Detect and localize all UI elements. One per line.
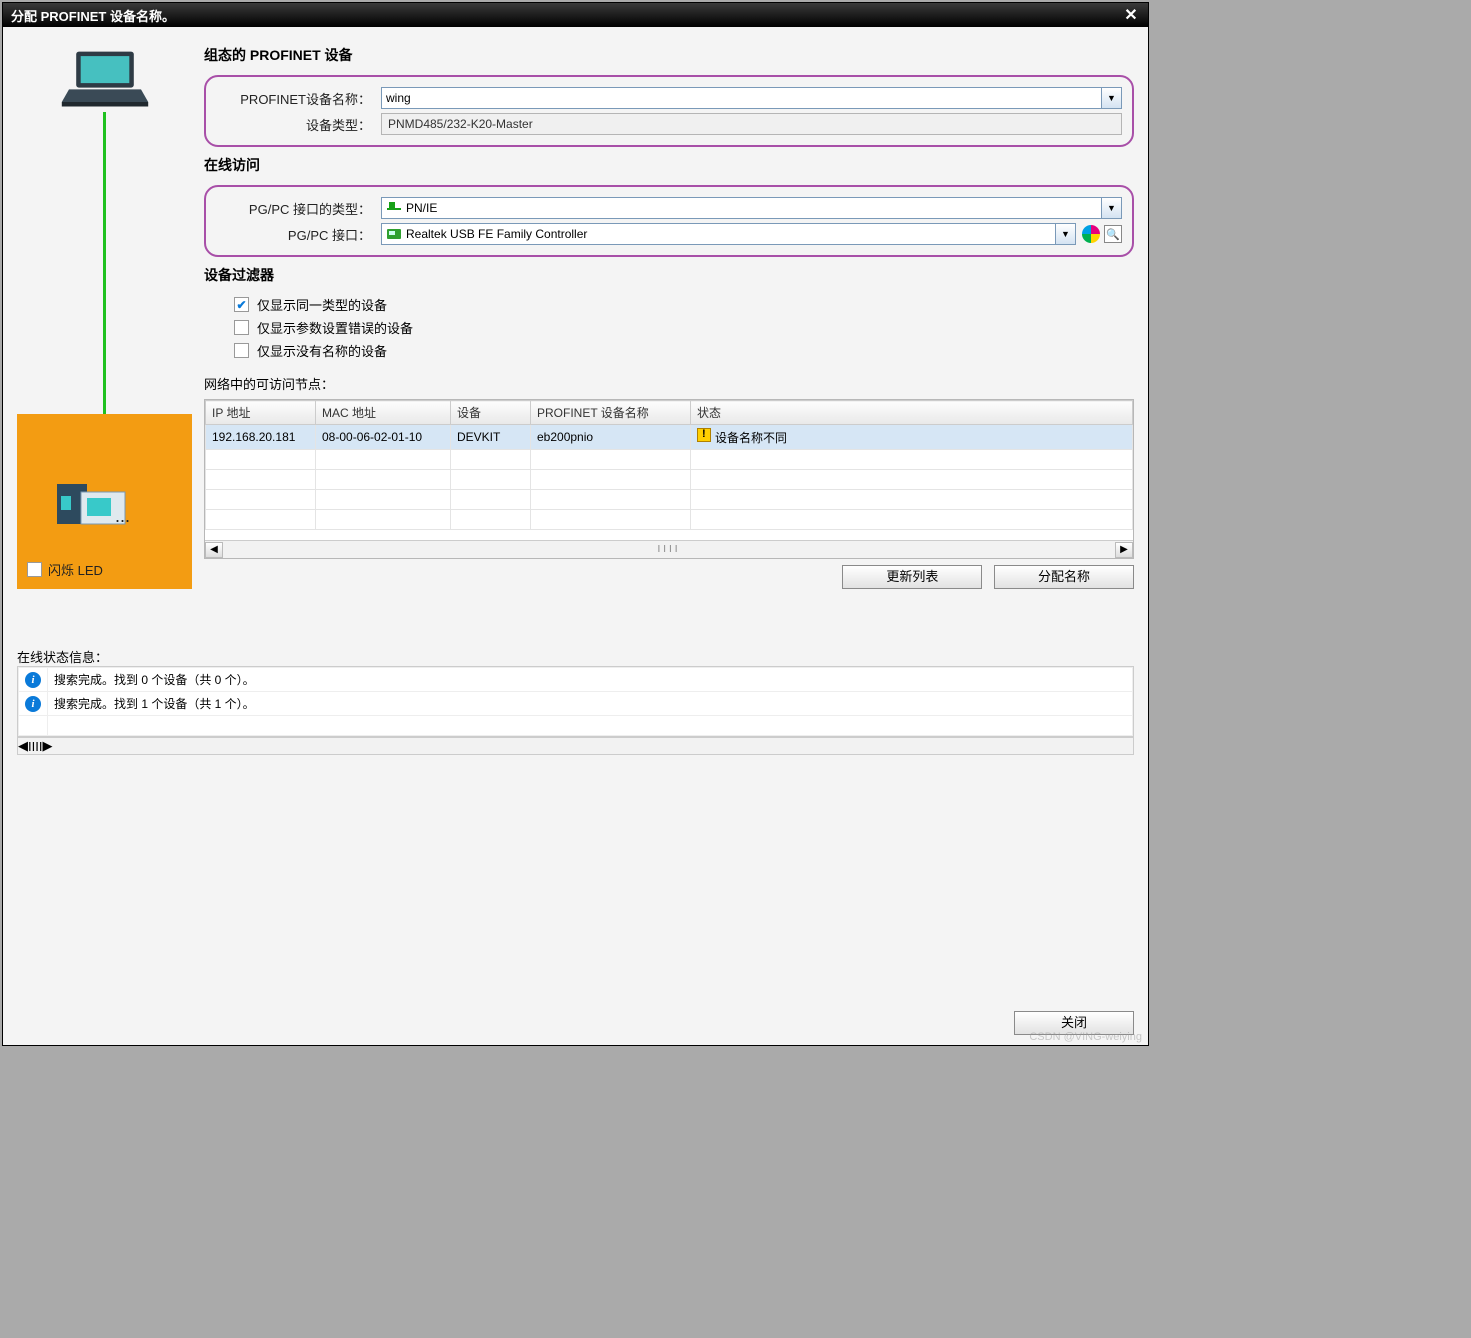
col-dev[interactable]: 设备 — [451, 401, 531, 425]
status-scrollbar[interactable]: ◀ IIII ▶ — [17, 737, 1134, 755]
pnie-icon — [386, 200, 402, 216]
device-diagram: ... 闪烁 LED — [17, 39, 192, 589]
assign-name-button[interactable]: 分配名称 — [994, 565, 1134, 589]
window-title: 分配 PROFINET 设备名称。 — [11, 6, 175, 25]
status-table: i 搜索完成。找到 0 个设备（共 0 个）。 i 搜索完成。找到 1 个设备（… — [17, 666, 1134, 737]
pn-name-combo[interactable]: wing ▼ — [381, 87, 1122, 109]
warning-icon — [697, 428, 711, 442]
col-status[interactable]: 状态 — [691, 401, 1133, 425]
scroll-right-icon[interactable]: ▶ — [42, 738, 52, 754]
status-row: i 搜索完成。找到 0 个设备（共 0 个）。 — [19, 668, 1133, 692]
highlight-box-2: PG/PC 接口的类型： PN/IE ▼ PG/PC 接口： Realtek U… — [204, 185, 1134, 257]
dev-type-field: PNMD485/232-K20-Master — [381, 113, 1122, 135]
table-row[interactable] — [206, 470, 1133, 490]
close-icon[interactable]: ✕ — [1122, 5, 1140, 25]
nodes-table: IP 地址 MAC 地址 设备 PROFINET 设备名称 状态 192.168… — [204, 399, 1134, 559]
info-icon: i — [25, 672, 41, 688]
flash-led-label: 闪烁 LED — [48, 560, 103, 579]
pn-name-label: PROFINET设备名称： — [216, 89, 381, 108]
table-scrollbar[interactable]: ◀ IIII ▶ — [205, 540, 1133, 558]
nodes-label: 网络中的可访问节点： — [204, 374, 1134, 393]
chevron-down-icon[interactable]: ▼ — [1101, 88, 1121, 108]
status-label: 在线状态信息： — [17, 647, 1134, 666]
svg-text:...: ... — [115, 506, 130, 526]
col-mac[interactable]: MAC 地址 — [316, 401, 451, 425]
magnify-icon[interactable]: 🔍 — [1104, 225, 1122, 243]
dialog-window: 分配 PROFINET 设备名称。 ✕ ... — [2, 2, 1149, 1046]
col-ip[interactable]: IP 地址 — [206, 401, 316, 425]
section-filter: 设备过滤器 — [204, 265, 1134, 285]
info-icon: i — [25, 696, 41, 712]
nic-icon — [386, 226, 402, 242]
if-type-combo[interactable]: PN/IE ▼ — [381, 197, 1122, 219]
title-bar: 分配 PROFINET 设备名称。 ✕ — [3, 3, 1148, 27]
refresh-button[interactable]: 更新列表 — [842, 565, 982, 589]
scroll-left-icon[interactable]: ◀ — [205, 542, 223, 558]
table-row[interactable] — [206, 450, 1133, 470]
filter-no-name-checkbox[interactable] — [234, 343, 249, 358]
connection-line — [103, 112, 106, 414]
status-row: i 搜索完成。找到 1 个设备（共 1 个）。 — [19, 692, 1133, 716]
table-header-row: IP 地址 MAC 地址 设备 PROFINET 设备名称 状态 — [206, 401, 1133, 425]
device-panel: ... 闪烁 LED — [17, 414, 192, 589]
watermark: CSDN @VING-weiying — [1029, 1031, 1142, 1043]
filter-same-type-checkbox[interactable] — [234, 297, 249, 312]
section-configured: 组态的 PROFINET 设备 — [204, 45, 1134, 65]
flash-led-checkbox[interactable] — [27, 562, 42, 577]
color-wheel-icon[interactable] — [1082, 225, 1100, 243]
section-online: 在线访问 — [204, 155, 1134, 175]
filter-same-type-label: 仅显示同一类型的设备 — [257, 295, 387, 314]
if-combo[interactable]: Realtek USB FE Family Controller ▼ — [381, 223, 1076, 245]
table-row[interactable] — [206, 510, 1133, 530]
table-row[interactable] — [206, 490, 1133, 510]
table-row[interactable]: 192.168.20.181 08-00-06-02-01-10 DEVKIT … — [206, 425, 1133, 450]
scroll-left-icon[interactable]: ◀ — [18, 738, 28, 754]
col-pn[interactable]: PROFINET 设备名称 — [531, 401, 691, 425]
if-type-label: PG/PC 接口的类型： — [216, 199, 381, 218]
filter-bad-param-checkbox[interactable] — [234, 320, 249, 335]
if-label: PG/PC 接口： — [216, 225, 381, 244]
chevron-down-icon[interactable]: ▼ — [1055, 224, 1075, 244]
plc-device-icon: ... — [57, 474, 137, 529]
laptop-icon — [60, 47, 150, 112]
chevron-down-icon[interactable]: ▼ — [1101, 198, 1121, 218]
dev-type-label: 设备类型： — [216, 115, 381, 134]
filter-bad-param-label: 仅显示参数设置错误的设备 — [257, 318, 413, 337]
filter-no-name-label: 仅显示没有名称的设备 — [257, 341, 387, 360]
scroll-right-icon[interactable]: ▶ — [1115, 542, 1133, 558]
highlight-box-1: PROFINET设备名称： wing ▼ 设备类型： PNMD485/232-K… — [204, 75, 1134, 147]
